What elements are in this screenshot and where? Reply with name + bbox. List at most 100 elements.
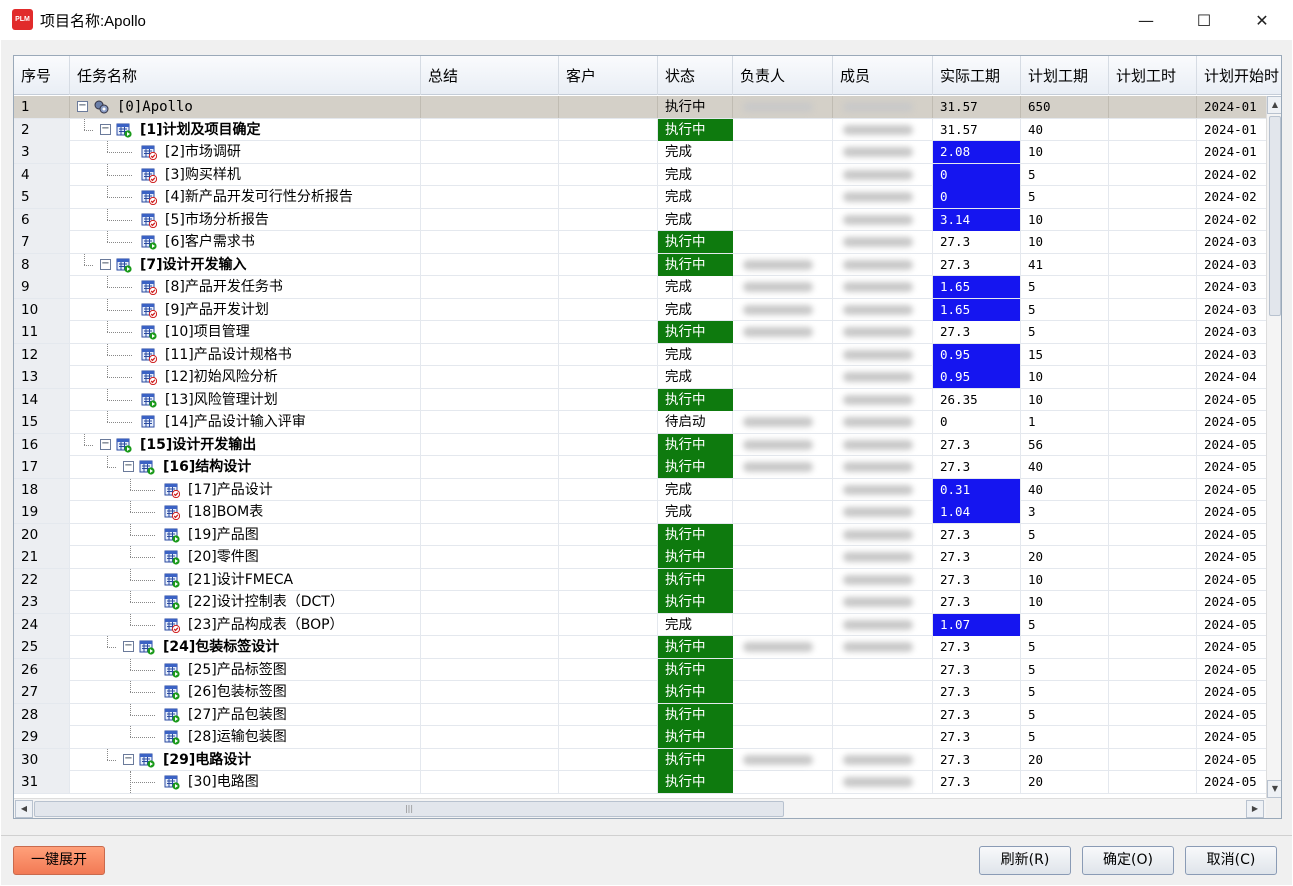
task-name-cell[interactable]: [9]产品开发计划 [70,298,421,321]
expand-all-button[interactable]: 一键展开 [13,846,105,875]
customer-cell [559,636,658,658]
table-row[interactable]: 7 [6]客户需求书 执行中 27.3 10 2024-03 [14,231,1266,254]
horizontal-scrollbar[interactable]: ◀ ||| ▶ [14,798,1266,818]
summary-cell [421,613,559,636]
actual-duration-header[interactable]: 实际工期 [933,56,1021,95]
table-row[interactable]: 20 [19]产品图 执行中 27.3 5 2024-05 [14,523,1266,546]
table-row[interactable]: 31 [30]电路图 执行中 27.3 20 2024-05 [14,771,1266,794]
table-row[interactable]: 29 [28]运输包装图 执行中 27.3 5 2024-05 [14,726,1266,749]
task-name-cell[interactable]: [30]电路图 [70,771,421,793]
task-name: [22]设计控制表（DCT） [188,594,344,610]
vertical-scrollbar[interactable]: ▲ ▼ [1266,96,1281,798]
task-name-cell[interactable]: − [15]设计开发输出 [70,433,421,456]
table-row[interactable]: 12 [11]产品设计规格书 完成 0.95 15 2024-03 [14,343,1266,366]
table-row[interactable]: 9 [8]产品开发任务书 完成 1.65 5 2024-03 [14,276,1266,299]
table-row[interactable]: 22 [21]设计FMECA 执行中 27.3 10 2024-05 [14,568,1266,591]
table-row[interactable]: 4 [3]购买样机 完成 0 5 2024-02 [14,163,1266,186]
table-row[interactable]: 5 [4]新产品开发可行性分析报告 完成 0 5 2024-02 [14,186,1266,209]
table-row[interactable]: 19 [18]BOM表 完成 1.04 3 2024-05 [14,501,1266,524]
close-button[interactable]: ✕ [1233,0,1291,40]
scroll-up-icon[interactable]: ▲ [1267,96,1281,114]
table-row[interactable]: 3 [2]市场调研 完成 2.08 10 2024-01 [14,141,1266,164]
scroll-down-icon[interactable]: ▼ [1267,780,1281,798]
horizontal-scroll-thumb[interactable]: ||| [34,801,784,817]
task-name-cell[interactable]: [13]风险管理计划 [70,388,421,411]
summary-header[interactable]: 总结 [421,56,559,95]
table-row[interactable]: 6 [5]市场分析报告 完成 3.14 10 2024-02 [14,208,1266,231]
table-row[interactable]: 8 − [7]设计开发输入 执行中 27.3 41 2024-03 [14,253,1266,276]
maximize-button[interactable]: ☐ [1175,0,1233,40]
task-name-cell[interactable]: − [24]包装标签设计 [70,636,421,658]
collapse-icon[interactable]: − [123,641,134,652]
vertical-scroll-thumb[interactable] [1269,116,1281,316]
task-name-cell[interactable]: [6]客户需求书 [70,231,421,253]
table-row[interactable]: 16 − [15]设计开发输出 执行中 27.3 56 2024-05 [14,433,1266,456]
task-name-cell[interactable]: − [1]计划及项目确定 [70,118,421,141]
task-name-cell[interactable]: − [0]Apollo [70,96,421,118]
task-name-cell[interactable]: [2]市场调研 [70,141,421,163]
minimize-button[interactable]: — [1117,0,1175,40]
collapse-icon[interactable]: − [100,258,111,270]
task-name-header[interactable]: 任务名称 [70,56,421,95]
table-row[interactable]: 26 [25]产品标签图 执行中 27.3 5 2024-05 [14,658,1266,681]
task-name-cell[interactable]: [8]产品开发任务书 [70,276,421,298]
members-header[interactable]: 成员 [833,56,933,95]
table-row[interactable]: 28 [27]产品包装图 执行中 27.3 5 2024-05 [14,703,1266,726]
table-row[interactable]: 30 − [29]电路设计 执行中 27.3 20 2024-05 [14,748,1266,771]
scroll-left-icon[interactable]: ◀ [15,800,33,818]
scroll-right-icon[interactable]: ▶ [1246,800,1264,818]
plan-duration-header[interactable]: 计划工期 [1021,56,1109,95]
seq-header[interactable]: 序号 [14,56,70,95]
task-name-cell[interactable]: [27]产品包装图 [70,703,421,726]
table-row[interactable]: 25 − [24]包装标签设计 执行中 27.3 5 2024-05 [14,636,1266,659]
table-row[interactable]: 24 [23]产品构成表（BOP） 完成 1.07 5 2024-05 [14,613,1266,636]
task-name-cell[interactable]: [21]设计FMECA [70,568,421,591]
task-name-cell[interactable]: − [16]结构设计 [70,456,421,478]
task-name-cell[interactable]: [3]购买样机 [70,163,421,186]
task-name-cell[interactable]: [10]项目管理 [70,321,421,343]
table-row[interactable]: 11 [10]项目管理 执行中 27.3 5 2024-03 [14,321,1266,344]
task-name-cell[interactable]: [17]产品设计 [70,478,421,501]
status-header[interactable]: 状态 [658,56,733,95]
task-name-cell[interactable]: [28]运输包装图 [70,726,421,748]
task-name-cell[interactable]: [26]包装标签图 [70,681,421,703]
table-row[interactable]: 21 [20]零件图 执行中 27.3 20 2024-05 [14,546,1266,569]
table-row[interactable]: 14 [13]风险管理计划 执行中 26.35 10 2024-05 [14,388,1266,411]
collapse-icon[interactable]: − [123,461,134,472]
task-name-cell[interactable]: [4]新产品开发可行性分析报告 [70,186,421,208]
table-row[interactable]: 13 [12]初始风险分析 完成 0.95 10 2024-04 [14,366,1266,389]
task-name-cell[interactable]: [14]产品设计输入评审 [70,411,421,433]
collapse-icon[interactable]: − [100,438,111,450]
task-name-cell[interactable]: [12]初始风险分析 [70,366,421,388]
task-name-cell[interactable]: [18]BOM表 [70,501,421,523]
customer-cell [559,771,658,793]
customer-header[interactable]: 客户 [559,56,658,95]
table-row[interactable]: 23 [22]设计控制表（DCT） 执行中 27.3 10 2024-05 [14,591,1266,614]
collapse-icon[interactable]: − [77,101,88,112]
task-name-cell[interactable]: [20]零件图 [70,546,421,568]
plan-start-header[interactable]: 计划开始时 [1197,56,1281,95]
ok-button[interactable]: 确定(O) [1082,846,1174,875]
table-row[interactable]: 18 [17]产品设计 完成 0.31 40 2024-05 [14,478,1266,501]
task-name-cell[interactable]: − [7]设计开发输入 [70,253,421,276]
table-row[interactable]: 2 − [1]计划及项目确定 执行中 31.57 40 2024-01 [14,118,1266,141]
task-name-cell[interactable]: [19]产品图 [70,523,421,546]
owner-header[interactable]: 负责人 [733,56,833,95]
collapse-icon[interactable]: − [100,123,111,135]
refresh-button[interactable]: 刷新(R) [979,846,1071,875]
table-row[interactable]: 27 [26]包装标签图 执行中 27.3 5 2024-05 [14,681,1266,704]
collapse-icon[interactable]: − [123,753,134,765]
task-name-cell[interactable]: [11]产品设计规格书 [70,343,421,366]
table-row[interactable]: 15 [14]产品设计输入评审 待启动 0 1 2024-05 [14,411,1266,434]
app-logo-icon: PLM [12,9,33,30]
task-name-cell[interactable]: [23]产品构成表（BOP） [70,613,421,636]
plan-hours-header[interactable]: 计划工时 [1109,56,1197,95]
table-row[interactable]: 10 [9]产品开发计划 完成 1.65 5 2024-03 [14,298,1266,321]
task-name-cell[interactable]: [5]市场分析报告 [70,208,421,231]
table-row[interactable]: 1− [0]Apollo 执行中 31.57 650 2024-01 [14,96,1266,119]
cancel-button[interactable]: 取消(C) [1185,846,1277,875]
task-name-cell[interactable]: [25]产品标签图 [70,658,421,681]
table-row[interactable]: 17 − [16]结构设计 执行中 27.3 40 2024-05 [14,456,1266,479]
task-name-cell[interactable]: − [29]电路设计 [70,748,421,771]
task-name-cell[interactable]: [22]设计控制表（DCT） [70,591,421,613]
